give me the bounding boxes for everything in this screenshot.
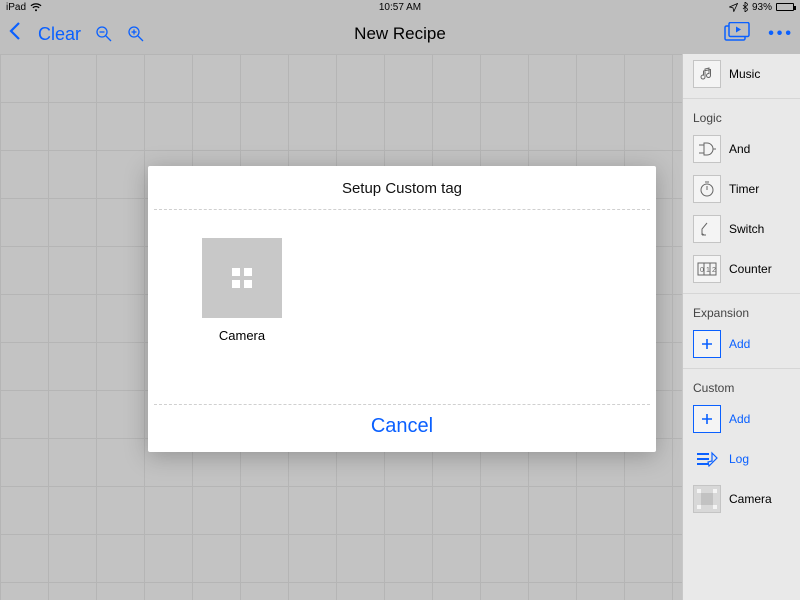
custom-tag-tile-camera[interactable] bbox=[202, 238, 282, 318]
tile-label: Camera bbox=[202, 328, 282, 343]
cancel-button[interactable]: Cancel bbox=[371, 415, 433, 437]
modal-title: Setup Custom tag bbox=[148, 166, 656, 209]
setup-custom-tag-modal: Setup Custom tag Camera Cancel bbox=[148, 166, 656, 452]
